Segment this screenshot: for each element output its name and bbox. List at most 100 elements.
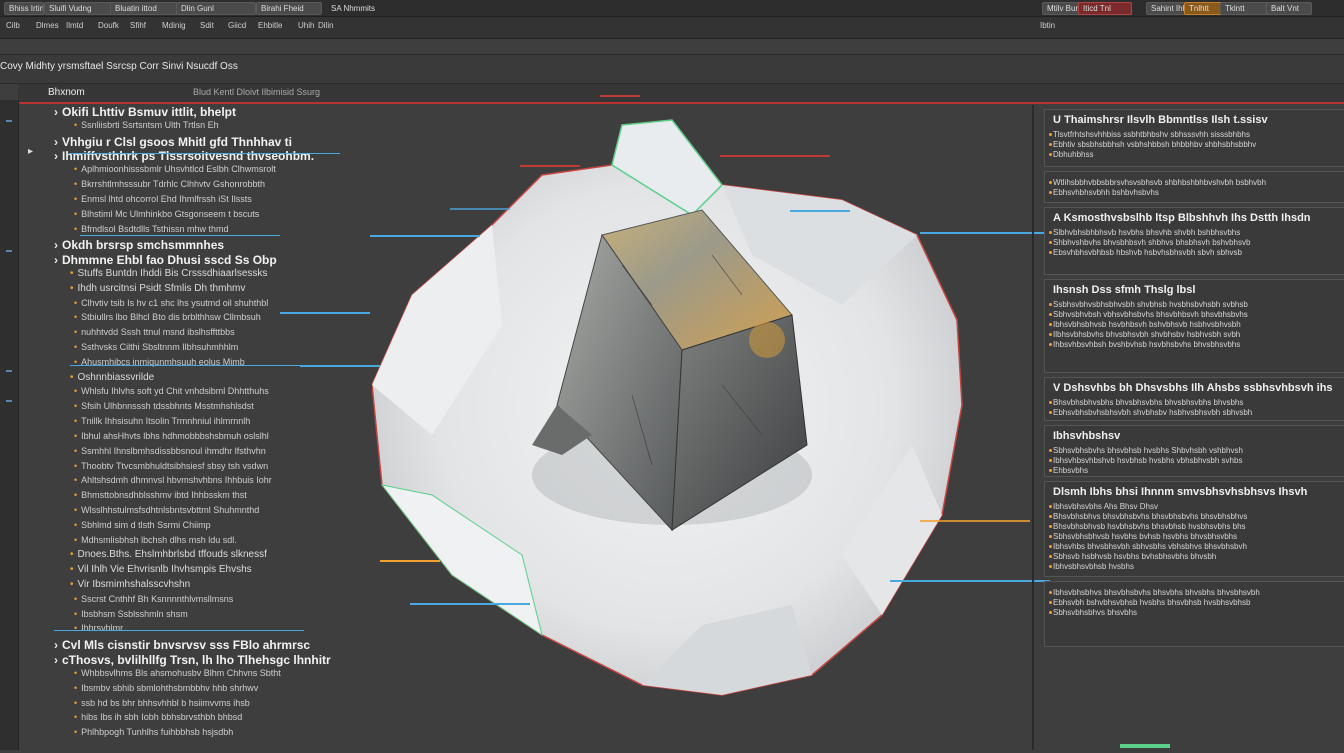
inspector-card[interactable]: Wtlihsbbhvbbsbbrsvhsvsbhsvb shbhbshbhbvs… (1044, 171, 1344, 203)
toolbar2-item-6[interactable]: Mdinig (162, 21, 186, 30)
property-row[interactable]: • Clhvtiv tsib Is hv c1 shc lhs ysutmd oi… (74, 298, 268, 308)
property-row[interactable]: • ssb hd bs bhr bhhsvhhbl b hsiimvvms ihs… (74, 698, 250, 708)
selection-underline (54, 630, 304, 631)
toolbar-right-button-4[interactable]: Tnlhtt (1184, 2, 1224, 15)
toolbar2-item-8[interactable]: Giicd (228, 21, 246, 30)
toolbar-button-2[interactable]: Sluifi Vudng (44, 2, 112, 15)
callout-line (300, 365, 380, 367)
property-row[interactable]: • Blhstiml Mc Ulmhinkbo Gtsgonseem t bscu… (74, 209, 259, 219)
bullet-icon (1049, 303, 1052, 306)
inspector-card[interactable]: Ibhsvbhsbhvs bhsvbhsbvhs bhsvbhs bhvsbhs… (1044, 581, 1344, 647)
property-row[interactable]: • Ihdh usrcitnsi Psidt Sfmlis Dh thmhmv (70, 283, 245, 294)
toolbar-button-5[interactable]: Birahi Fheid (256, 2, 322, 15)
property-row[interactable]: • Tnillk Ihhsisuhn Itsolin Trmnhniul ihlm… (74, 416, 250, 426)
property-row[interactable]: • Ahltshsdmh dhmnvsl hbvmshvhbns Ihhbuis … (74, 475, 272, 485)
inspector-card[interactable]: Ihsnsh Dss sfmh Thslg lbsl Ssbhsvbhvsbhsb… (1044, 279, 1344, 373)
property-row[interactable]: • Vil Ihlh Vie Ehvrisnlb Ihvhsmpis Ehvshs (70, 564, 252, 575)
toolbar2-item-3[interactable]: Ilmtd (66, 21, 83, 30)
property-row[interactable]: • Ssnliisbrti Ssrtsntsm Ulth Trtlsn Eh (74, 120, 219, 130)
property-row[interactable]: • Sfsih Ulhbnnsssh tdssbhnts Msstmhshlsds… (74, 401, 254, 411)
property-row[interactable]: › Cvl Mls cisnstir bnvsrvsv sss FBlo ahrm… (54, 638, 310, 652)
toolbar2-right-item[interactable]: Ibtin (1040, 21, 1055, 30)
inspector-line: Ibhsvbhsbhvs bhsvbhsbvhs bhsvbhs bhvsbhs… (1053, 588, 1260, 597)
property-row[interactable]: • Whlsfu Ihlvhs soft yd Chit vnhdsibml Dh… (74, 386, 269, 396)
inspector-line: Ssbhsvbhvsbhsbhvsbh shvbhsb hvsbhsbvhsbh… (1053, 300, 1248, 309)
property-row[interactable]: • Wlsslhhstulmsfsdhtnlsbntsvbttml Shuhmnt… (74, 505, 259, 515)
property-row[interactable]: • Dnoes.Bths. Ehslmhbrlsbd tffouds slknes… (70, 549, 267, 560)
property-row[interactable]: › Dhmmne Ehbl fao Dhusi sscd Ss Obp (54, 253, 277, 267)
toolbar-button-6[interactable]: SA Nhmmits (326, 2, 384, 15)
collapse-arrow-icon[interactable]: ▸ (28, 146, 33, 157)
property-label: Ahltshsdmh dhmnvsl hbvmshvhbns Ihhbuis I… (81, 475, 272, 486)
inspector-line: Sbhvsbhvbsh vbhsvbhsbvhs bhsvbhbsvh bhsv… (1053, 310, 1248, 319)
callout-line (920, 520, 1030, 522)
property-row[interactable]: › Okdh brsrsp smchsmmnhes (54, 238, 224, 252)
property-row[interactable]: • Sscrst Cnthhf Bh Ksnnnnthlvmsllmsns (74, 594, 233, 604)
toolbar2-item-4[interactable]: Doufk (98, 21, 119, 30)
property-row[interactable]: • Stbiullrs lbo Blhcl Bto dis brblthhsw C… (74, 312, 261, 322)
status-indicator (1120, 744, 1170, 748)
toolbar-right-button-2[interactable]: Iticd Tnl (1078, 2, 1132, 15)
property-row[interactable]: • Whbbsvlhms Bls ahsmohusbv Blhm Chhvns S… (74, 668, 281, 678)
bullet-icon (1049, 515, 1052, 518)
property-row[interactable]: › Vhhgiu r Clsl gsoos Mhitl gfd Thnhhav t… (54, 135, 292, 149)
inspector-card[interactable]: A Ksmosthvsbslhb ltsp Blbshhvh Ihs Dstth… (1044, 207, 1344, 275)
toolbar2-item-2[interactable]: Dlmes (36, 21, 59, 30)
property-row[interactable]: • Bfmdlsol Bsdtdlls Tsthissn mhw thmd (74, 224, 229, 234)
toolbar-button-3[interactable]: Bluatin ittod (110, 2, 178, 15)
property-row[interactable]: • Stuffs Buntdn Ihddi Bis Crsssdhiaarlses… (70, 268, 267, 279)
viewport-canvas[interactable] (371, 105, 1022, 750)
toolbar-right-button-6[interactable]: Balt Vnt (1266, 2, 1312, 15)
property-row[interactable]: • Vir Ibsmimhshalsscvhshn (70, 579, 190, 590)
property-row[interactable]: • nuhhtvdd Sssh ttnul msnd ibslhsffttbbs (74, 327, 235, 337)
property-label: Ibsbhsm Ssblsshmln shsm (81, 608, 188, 619)
property-row[interactable]: › Okifi Lhttiv Bsmuv ittlit, bhelpt (54, 105, 236, 119)
property-row[interactable]: › cThosvs, bvlilhllfg Trsn, lh lho Tlhehs… (54, 653, 331, 667)
inspector-card[interactable]: Dlsmh Ibhs bhsi Ihnnm smvsbhsvhsbhsvs Ih… (1044, 481, 1344, 577)
property-row[interactable]: • Ssmhhl Ihnslbmhsdissbbsnoul ihmdhr lfst… (74, 446, 266, 456)
toolbar-button-1[interactable]: Bhiss Irtinnfr (4, 2, 44, 15)
bullet-icon: • (74, 490, 78, 501)
property-row[interactable]: • Sbhlmd sim d tlsth Ssrmi Chiimp (74, 520, 211, 530)
toolbar2-item-5[interactable]: Sfihf (130, 21, 146, 30)
property-row[interactable]: • Ibsmbv sbhib sbmlohthsbmbbhv hhb shrhwv (74, 683, 258, 693)
3d-viewport[interactable] (371, 105, 1022, 750)
toolbar2-item-11[interactable]: Dilin (318, 21, 334, 30)
bullet-icon: • (74, 119, 78, 130)
property-row[interactable]: › Ihmiffvsthhrk ps Tlssrsoitvesnd thvseoh… (54, 149, 314, 163)
toolbar2-item-7[interactable]: Sdit (200, 21, 214, 30)
property-row[interactable]: • Ihhrsvhlmr (74, 623, 123, 633)
property-row[interactable]: • Bkrrshtlmhsssubr Tdrhlc Clhhvtv Gshonro… (74, 179, 265, 189)
bullet-icon: • (70, 267, 74, 279)
panel-header-tabs[interactable]: Blud Kentl Dloivt Ilbimisid Ssurg (193, 87, 320, 97)
property-row[interactable]: • Phlhbpogh Tunhlhs fuihbbhsb hsjsdbh (74, 727, 233, 737)
property-label: Ihhrsvhlmr (81, 623, 124, 634)
property-row[interactable]: • Enmsl lhtd ohcorrol Ehd Ihmlfrssh iSt I… (74, 194, 252, 204)
toolbar2-item-9[interactable]: Ehbitle (258, 21, 282, 30)
property-row[interactable]: • hibs Ibs ih sbh Iobh bbhsbrvsthbh bhbsd (74, 712, 242, 722)
toolbar-right-button-3[interactable]: Sahint Ihh (1146, 2, 1186, 15)
inspector-card[interactable]: Ibhsvhbshsv Sbhsvbhsbvhs bhsvbhsb hvsbhs … (1044, 425, 1344, 477)
toolbar-right-button-1[interactable]: Mtilv Bunt (1042, 2, 1082, 15)
property-row[interactable]: • Bhmsttobnsdhblsshmv ibtd Ihhbsskm thst (74, 490, 247, 500)
toolbar-button-4[interactable]: Dlin Gunl (176, 2, 256, 15)
inspector-line: Ibhsvhbs bhvsbhsvbh sbhvsbhs vbhsbhvs bh… (1053, 542, 1247, 551)
panel-header-label[interactable]: Bhxnom (48, 87, 85, 98)
property-row[interactable]: • Aplhmioonhisssbmlr Uhsvhtlcd Eslbh Clhw… (74, 164, 276, 174)
property-row[interactable]: • Mdhsmlisbhsh lbchsh dlhs msh ldu sdl. (74, 535, 237, 545)
bullet-icon: • (74, 608, 78, 619)
inspector-line: Tlsvtfrhtshsvhhbiss ssbhtbhbshv sbhsssvh… (1053, 130, 1250, 139)
property-row[interactable]: • Ibsbhsm Ssblsshmln shsm (74, 609, 188, 619)
bullet-icon: • (74, 401, 78, 412)
property-label: Dnoes.Bths. Ehslmhbrlsbd tffouds slkness… (77, 549, 267, 561)
toolbar2-item-1[interactable]: Cilb (6, 21, 20, 30)
property-label: Sscrst Cnthhf Bh Ksnnnnthlvmsllmsns (81, 593, 234, 604)
property-row[interactable]: • Ssthvsks Cilthi Sbsltnnm Ilbhsuhmhhlm (74, 342, 238, 352)
property-row[interactable]: • Ibhul ahsHhvts lbhs hdhmobbbshsbmuh osl… (74, 431, 269, 441)
property-row[interactable]: • Thoobtv Ttvcsmbhuldtsibhsiesf sbsy tsh … (74, 461, 268, 471)
toolbar-right-button-5[interactable]: Tklntt (1220, 2, 1270, 15)
toolbar2-item-10[interactable]: Uhih (298, 21, 314, 30)
inspector-card[interactable]: U Thaimshrsr Ilsvlh Bbmntlss Ilsh t.ssis… (1044, 109, 1344, 167)
property-row[interactable]: • Oshnnbiassvrilde (70, 372, 154, 383)
inspector-card[interactable]: V Dshsvhbs bh Dhsvsbhs Ilh Ahsbs ssbhsvh… (1044, 377, 1344, 421)
